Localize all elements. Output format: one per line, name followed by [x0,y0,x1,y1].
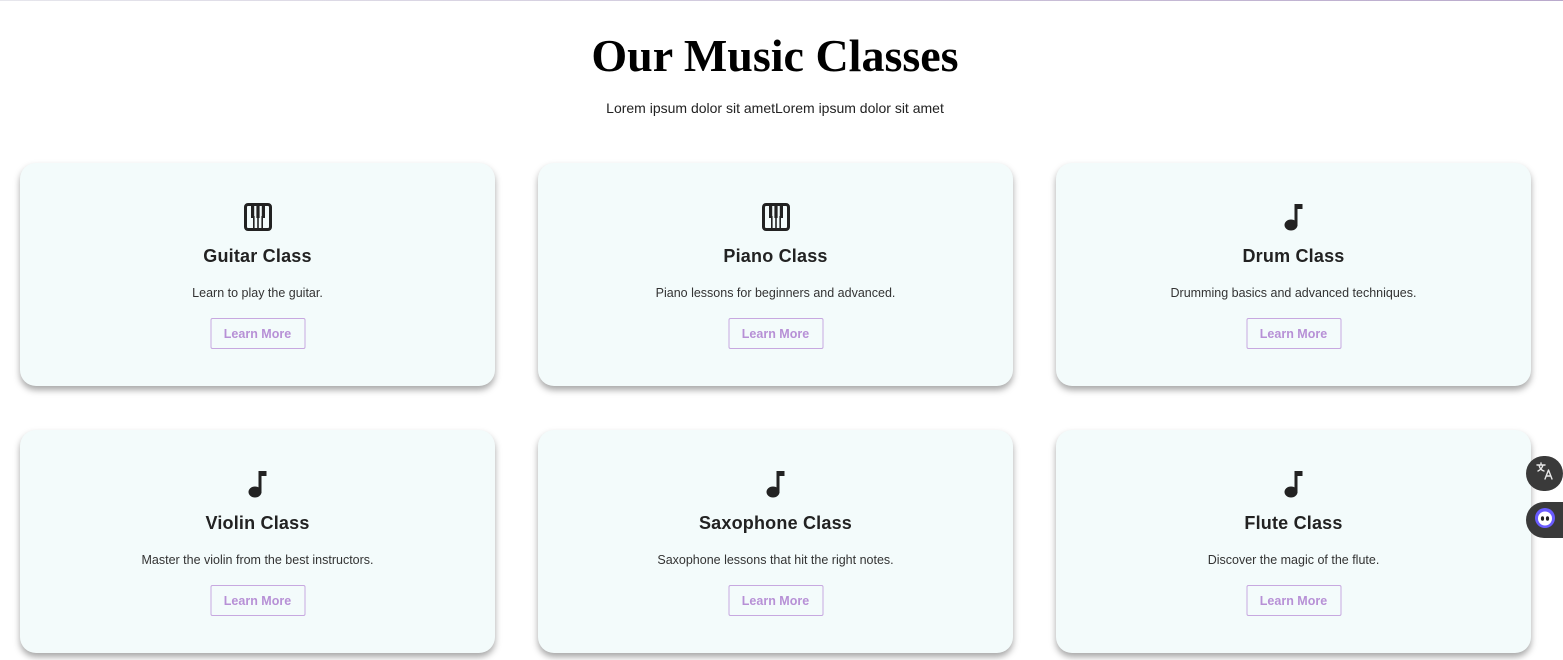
class-card-guitar: Guitar Class Learn to play the guitar. L… [20,163,495,386]
card-title: Flute Class [1244,513,1343,533]
class-card-drum: Drum Class Drumming basics and advanced … [1056,163,1531,386]
music-note-icon [538,468,1013,500]
translate-widget-button[interactable] [1526,456,1563,491]
card-description: Learn to play the guitar. [192,286,323,300]
card-description: Drumming basics and advanced techniques. [1170,286,1417,300]
top-border-line [0,0,1563,1]
music-note-icon [1056,468,1531,500]
translate-icon [1535,461,1555,486]
card-description: Piano lessons for beginners and advanced… [655,286,896,300]
learn-more-button-saxophone[interactable]: Learn More [728,585,823,616]
card-title: Guitar Class [203,246,312,266]
learn-more-button-violin[interactable]: Learn More [210,585,305,616]
card-title: Piano Class [723,246,828,266]
class-card-grid: Guitar Class Learn to play the guitar. L… [20,163,1531,653]
learn-more-button-piano[interactable]: Learn More [728,318,823,349]
class-card-saxophone: Saxophone Class Saxophone lessons that h… [538,430,1013,653]
learn-more-button-guitar[interactable]: Learn More [210,318,305,349]
piano-keys-icon [20,201,495,233]
class-card-piano: Piano Class Piano lessons for beginners … [538,163,1013,386]
assistant-icon [1533,506,1557,535]
card-title: Saxophone Class [698,513,853,533]
assistant-widget-button[interactable] [1526,502,1563,538]
music-note-icon [1056,201,1531,233]
card-title: Drum Class [1242,246,1345,266]
card-description: Discover the magic of the flute. [1207,553,1380,567]
music-note-icon [20,468,495,500]
card-description: Saxophone lessons that hit the right not… [657,553,894,567]
learn-more-button-flute[interactable]: Learn More [1246,585,1341,616]
class-card-violin: Violin Class Master the violin from the … [20,430,495,653]
class-card-flute: Flute Class Discover the magic of the fl… [1056,430,1531,653]
page-title: Our Music Classes [591,30,959,81]
piano-keys-icon [538,201,1013,233]
card-title: Violin Class [205,513,310,533]
learn-more-button-drum[interactable]: Learn More [1246,318,1341,349]
card-description: Master the violin from the best instruct… [141,553,374,567]
page-subtitle: Lorem ipsum dolor sit ametLorem ipsum do… [606,100,944,116]
